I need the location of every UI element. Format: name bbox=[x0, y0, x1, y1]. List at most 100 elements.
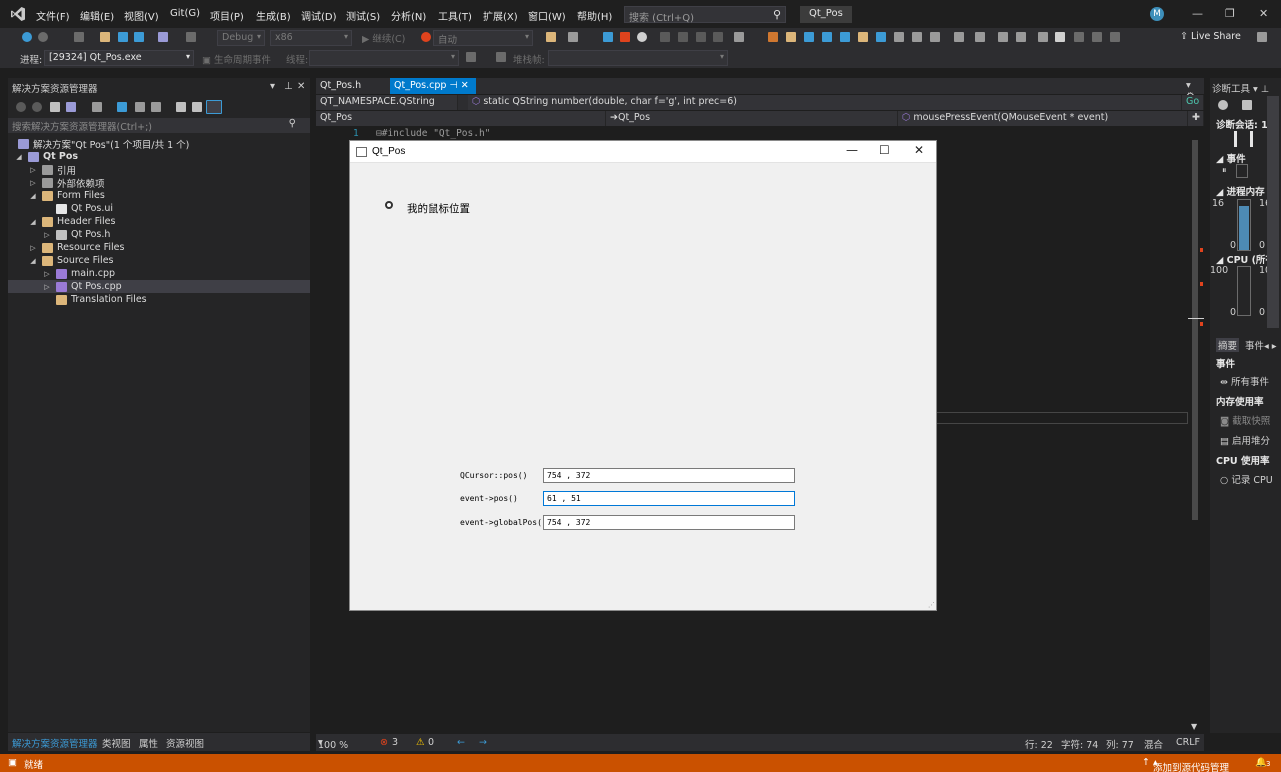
thread-dropdown[interactable]: ▾ bbox=[309, 50, 459, 66]
properties-icon[interactable] bbox=[192, 102, 202, 112]
qt-title-bar[interactable]: Qt_Pos — ☐ ✕ bbox=[350, 141, 936, 163]
qt-designer-icon[interactable] bbox=[786, 32, 796, 42]
pause-events-icon[interactable]: ⏸ bbox=[1222, 166, 1227, 176]
tree-item-qt-pos-cpp[interactable]: ▷ Qt Pos.cpp bbox=[42, 280, 121, 293]
pending-changes-icon[interactable] bbox=[92, 102, 102, 112]
redo-icon[interactable] bbox=[186, 32, 196, 42]
se-search-box[interactable]: 搜索解决方案资源管理器(Ctrl+;) ⚲ bbox=[8, 118, 310, 133]
tree-item-form-files[interactable]: ◢ Form Files bbox=[28, 189, 105, 202]
split-icon[interactable]: ✚ bbox=[1188, 111, 1204, 126]
pin-icon[interactable]: ⊥ bbox=[284, 81, 293, 92]
resize-grip-icon[interactable]: ⋰ bbox=[928, 601, 935, 609]
qt-docs-icon[interactable] bbox=[912, 32, 922, 42]
tree-item-references[interactable]: ▷ 引用 bbox=[28, 163, 76, 177]
undo-icon[interactable] bbox=[158, 32, 168, 42]
qt-close-icon[interactable]: ✕ bbox=[914, 143, 924, 157]
tab-resource-view[interactable]: 资源视图 bbox=[166, 736, 204, 750]
menu-build[interactable]: 生成(B) bbox=[256, 8, 291, 23]
tab-class-view[interactable]: 类视图 bbox=[102, 736, 131, 750]
hot-reload-icon[interactable] bbox=[421, 32, 431, 42]
qcursor-pos-field[interactable]: 754 , 372 bbox=[543, 468, 795, 483]
open-file-icon[interactable] bbox=[100, 32, 110, 42]
qt-find-icon[interactable] bbox=[822, 32, 832, 42]
search-box[interactable]: 搜索 (Ctrl+Q) ⚲ bbox=[624, 6, 786, 24]
menu-tools[interactable]: 工具(T) bbox=[438, 8, 472, 23]
menu-window[interactable]: 窗口(W) bbox=[528, 8, 566, 23]
switch-views-icon[interactable] bbox=[66, 102, 76, 112]
menu-analyze[interactable]: 分析(N) bbox=[391, 8, 426, 23]
config-dropdown[interactable]: Debug ▾ bbox=[217, 30, 265, 46]
menu-help[interactable]: 帮助(H) bbox=[577, 8, 612, 23]
menu-debug[interactable]: 调试(D) bbox=[301, 8, 337, 23]
tab-overflow-icon[interactable]: ▾ ⚙ bbox=[1182, 78, 1204, 102]
tree-item-project[interactable]: ◢ Qt Pos bbox=[14, 150, 78, 163]
events-section[interactable]: ◢ 事件 bbox=[1216, 151, 1246, 165]
error-count[interactable]: 3 bbox=[392, 737, 398, 748]
menu-extensions[interactable]: 扩展(X) bbox=[483, 8, 518, 23]
menu-edit[interactable]: 编辑(E) bbox=[80, 8, 114, 23]
tree-item-solution[interactable]: 解决方案"Qt Pos"(1 个项目/共 1 个) bbox=[18, 137, 189, 151]
mouse-position-radio[interactable] bbox=[385, 201, 393, 209]
outdent-icon[interactable] bbox=[998, 32, 1008, 42]
new-project-icon[interactable] bbox=[74, 32, 84, 42]
tree-item-translation-files[interactable]: Translation Files bbox=[42, 293, 147, 306]
save-all-icon[interactable] bbox=[134, 32, 144, 42]
qt-linguist-icon[interactable] bbox=[804, 32, 814, 42]
zoom-level[interactable]: 100 % ▾ bbox=[318, 737, 348, 751]
error-icon[interactable]: ⊗ bbox=[380, 737, 388, 748]
view-code-icon[interactable] bbox=[176, 102, 186, 112]
home-icon[interactable] bbox=[50, 102, 60, 112]
filter-icon[interactable] bbox=[466, 52, 476, 62]
scrollbar-thumb[interactable] bbox=[1192, 140, 1198, 520]
col-indicator[interactable]: 列: 77 bbox=[1106, 737, 1134, 751]
tree-item-main-cpp[interactable]: ▷ main.cpp bbox=[42, 267, 115, 280]
forward-icon[interactable] bbox=[38, 32, 48, 42]
eol-indicator[interactable]: CRLF bbox=[1176, 737, 1200, 748]
tab-properties[interactable]: 属性 bbox=[139, 736, 158, 750]
record-cpu-button[interactable]: ○ 记录 CPU bbox=[1220, 472, 1273, 486]
prev-bookmark-icon[interactable] bbox=[1074, 32, 1084, 42]
next-bookmark-icon[interactable] bbox=[1092, 32, 1102, 42]
qt-options-icon[interactable] bbox=[876, 32, 886, 42]
step-into-icon[interactable] bbox=[678, 32, 688, 42]
minimize-icon[interactable]: — bbox=[1192, 7, 1203, 20]
class-dropdown[interactable]: ➔Qt_Pos bbox=[606, 111, 898, 126]
member-dropdown[interactable]: ⬡ static QString number(double, char f='… bbox=[468, 95, 1182, 110]
sync-icon[interactable] bbox=[117, 102, 127, 112]
export-icon[interactable] bbox=[1242, 100, 1252, 110]
prev-issue-icon[interactable]: ← bbox=[457, 737, 465, 748]
se-forward-icon[interactable] bbox=[32, 102, 42, 112]
format-icon[interactable] bbox=[1016, 32, 1026, 42]
tab-summary[interactable]: 摘要 bbox=[1216, 338, 1240, 352]
diag-scrollbar[interactable] bbox=[1267, 96, 1279, 328]
qt-maximize-icon[interactable]: ☐ bbox=[879, 143, 890, 157]
indent-icon[interactable] bbox=[975, 32, 985, 42]
event-pos-field[interactable]: 61 , 51 bbox=[543, 491, 795, 506]
live-share-button[interactable]: ⇪ Live Share bbox=[1180, 31, 1241, 42]
go-button[interactable]: Go bbox=[1182, 95, 1204, 110]
heap-profiling-button[interactable]: ▤ 启用堆分 bbox=[1220, 433, 1270, 447]
tree-item-external-deps[interactable]: ▷ 外部依赖项 bbox=[28, 176, 105, 190]
comment-icon[interactable] bbox=[954, 32, 964, 42]
restart-icon[interactable] bbox=[637, 32, 647, 42]
folder-icon[interactable] bbox=[546, 32, 556, 42]
whitespace-indicator[interactable]: 混合 bbox=[1144, 737, 1163, 751]
show-all-files-icon[interactable] bbox=[151, 102, 161, 112]
tree-item-qt-pos-ui[interactable]: Qt Pos.ui bbox=[56, 202, 113, 215]
function-dropdown[interactable]: ⬡ mousePressEvent(QMouseEvent * event) bbox=[898, 111, 1188, 126]
platform-dropdown[interactable]: x86 ▾ bbox=[270, 30, 352, 46]
continue-button[interactable]: ▶ 继续(C) bbox=[362, 31, 405, 45]
back-icon[interactable] bbox=[22, 32, 32, 42]
stop-icon[interactable] bbox=[620, 32, 630, 42]
vertical-scrollbar[interactable]: ▼ bbox=[1188, 126, 1204, 733]
tree-item-source-files[interactable]: ◢ Source Files bbox=[28, 254, 113, 267]
uncomment-icon[interactable] bbox=[1038, 32, 1048, 42]
menu-git[interactable]: Git(G) bbox=[170, 8, 200, 19]
flag-icon[interactable] bbox=[496, 52, 506, 62]
collapse-all-icon[interactable] bbox=[135, 102, 145, 112]
tab-events[interactable]: 事件◂ ▸ bbox=[1245, 338, 1277, 352]
restore-icon[interactable]: ❐ bbox=[1225, 7, 1235, 20]
preview-icon[interactable] bbox=[206, 100, 222, 114]
qt-minimize-icon[interactable]: — bbox=[846, 143, 858, 157]
save-icon[interactable] bbox=[118, 32, 128, 42]
